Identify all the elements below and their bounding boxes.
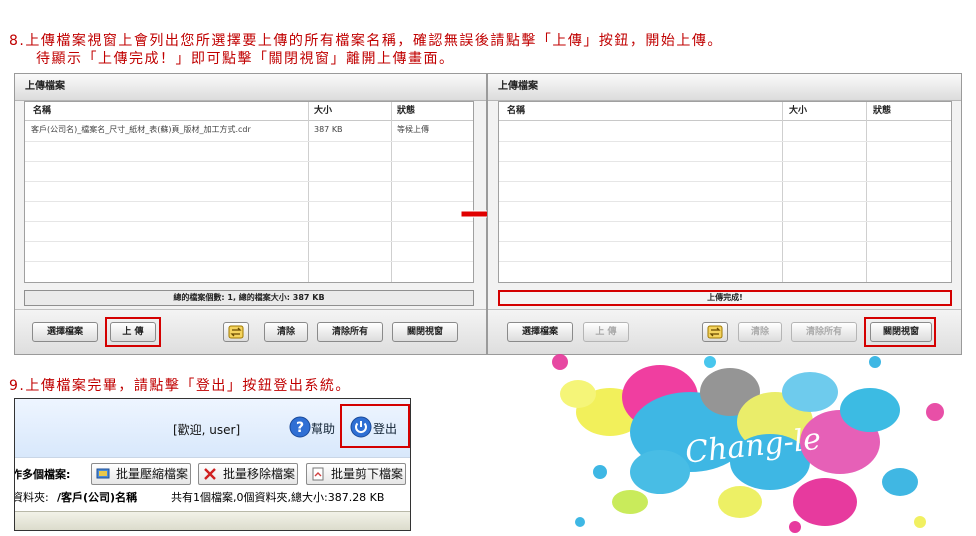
window-footer: 選擇檔案 上 傳 清除 清除所有 關閉視窗	[488, 309, 961, 354]
file-name-cell: 客戶(公司名)_檔案名_尺寸_紙材_表(蘇)頁_版材_加工方式.cdr	[31, 125, 251, 134]
column-size[interactable]: 大小	[789, 102, 807, 120]
help-label: 幫助	[311, 422, 336, 436]
swap-icon-button[interactable]	[702, 322, 728, 342]
svg-text:?: ?	[296, 420, 304, 436]
upload-button[interactable]: 上 傳	[583, 322, 629, 342]
close-window-highlight	[864, 317, 936, 347]
summary-bar: 總的檔案個數: 1, 總的檔案大小: 387 KB	[24, 290, 474, 306]
column-status[interactable]: 狀態	[873, 102, 891, 120]
batch-cut-button[interactable]: 批量剪下檔案	[306, 463, 406, 485]
batch-compress-label: 批量壓縮檔案	[116, 467, 189, 481]
file-status-cell: 等候上傳	[397, 125, 429, 134]
folder-stats: 共有1個檔案,0個資料夾,總大小:387.28 KB	[171, 491, 385, 504]
clear-button[interactable]: 清除	[738, 322, 782, 342]
close-window-button[interactable]: 關閉視窗	[392, 322, 458, 342]
multi-file-label: 作多個檔案:	[14, 468, 71, 481]
batch-cut-label: 批量剪下檔案	[331, 467, 404, 481]
upload-window-after: 上傳檔案 名稱 大小 狀態 上傳完成! 選擇檔案 上 傳 清除 清除所有 關閉視…	[487, 73, 962, 355]
select-files-button[interactable]: 選擇檔案	[507, 322, 573, 342]
file-table: 名稱 大小 狀態	[498, 101, 952, 283]
file-table: 名稱 大小 狀態 客戶(公司名)_檔案名_尺寸_紙材_表(蘇)頁_版材_加工方式…	[24, 101, 474, 283]
batch-delete-label: 批量移除檔案	[223, 467, 296, 481]
batch-toolbar: 作多個檔案: 批量壓縮檔案 批量移除檔案 批量剪下檔案	[14, 457, 410, 490]
table-header: 名稱 大小 狀態	[499, 102, 951, 121]
column-status[interactable]: 狀態	[397, 102, 415, 120]
file-manager-panel: [歡迎, user] ? 幫助 登出 作多個檔案: 批量壓縮檔案 批量移除檔案 …	[14, 398, 411, 531]
upload-highlight	[105, 317, 161, 347]
welcome-text: [歡迎, user]	[173, 423, 241, 437]
upload-window-before: 上傳檔案 名稱 大小 狀態 客戶(公司名)_檔案名_尺寸_紙材_表(蘇)頁_版材…	[14, 73, 487, 355]
window-title: 上傳檔案	[488, 74, 961, 101]
file-size-cell: 387 KB	[314, 125, 343, 134]
swap-icon	[228, 325, 244, 339]
table-header: 名稱 大小 狀態	[25, 102, 473, 121]
panel-bottom-bar	[15, 511, 410, 530]
step8-instruction-line2: 待顯示「上傳完成！」即可點擊「關閉視窗」離開上傳畫面。	[36, 51, 455, 67]
folder-info-row: 資料夾: /客戶(公司)名稱 共有1個檔案,0個資料夾,總大小:387.28 K…	[14, 489, 410, 509]
column-name[interactable]: 名稱	[507, 102, 525, 120]
compress-icon	[96, 468, 110, 479]
upload-complete-status: 上傳完成!	[498, 290, 952, 306]
swap-icon-button[interactable]	[223, 322, 249, 342]
folder-path: /客戶(公司)名稱	[57, 491, 138, 504]
column-name[interactable]: 名稱	[33, 102, 51, 120]
help-icon: ?	[289, 416, 311, 438]
step8-instruction-line1: 8.上傳檔案視窗上會列出您所選擇要上傳的所有檔案名稱，確認無誤後請點擊「上傳」按…	[9, 33, 723, 49]
swap-icon	[707, 325, 723, 339]
window-title: 上傳檔案	[15, 74, 486, 101]
step9-instruction: 9.上傳檔案完畢，請點擊「登出」按鈕登出系統。	[9, 378, 351, 394]
chang-le-logo: Chang-le	[552, 354, 944, 533]
folder-label: 資料夾:	[14, 491, 49, 504]
delete-x-icon	[204, 468, 216, 480]
select-files-button[interactable]: 選擇檔案	[32, 322, 98, 342]
clear-all-button[interactable]: 清除所有	[791, 322, 857, 342]
cut-file-icon	[312, 467, 324, 481]
clear-all-button[interactable]: 清除所有	[317, 322, 383, 342]
clear-button[interactable]: 清除	[264, 322, 308, 342]
column-size[interactable]: 大小	[314, 102, 332, 120]
batch-delete-button[interactable]: 批量移除檔案	[198, 463, 298, 485]
logout-highlight	[340, 404, 410, 448]
batch-compress-button[interactable]: 批量壓縮檔案	[91, 463, 191, 485]
window-footer: 選擇檔案 上 傳 清除 清除所有 關閉視窗	[15, 309, 486, 354]
